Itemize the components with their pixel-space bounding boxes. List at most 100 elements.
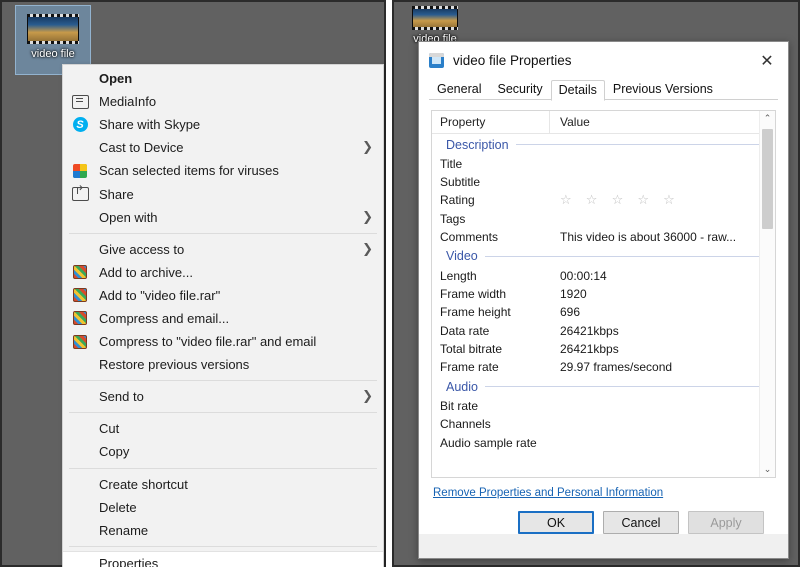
menu-item-compress-and-email[interactable]: Compress and email... <box>63 307 383 330</box>
property-row[interactable]: Data rate 26421kbps <box>432 322 775 340</box>
menu-item-cut[interactable]: Cut <box>63 417 383 440</box>
property-row[interactable]: Title <box>432 155 775 173</box>
property-row[interactable]: Audio sample rate <box>432 433 775 451</box>
menu-item-send-to[interactable]: Send to ❯ <box>63 385 383 408</box>
menu-item-label: Cast to Device <box>99 140 184 156</box>
menu-separator <box>69 467 377 469</box>
video-file-thumbnail-icon <box>27 14 79 44</box>
details-property-list[interactable]: Property Value Description Title Subtitle R… <box>431 110 776 478</box>
dialog-buttons: OK Cancel Apply <box>431 499 776 534</box>
property-name: Frame height <box>440 305 511 320</box>
cancel-button[interactable]: Cancel <box>603 511 679 534</box>
menu-item-mediainfo[interactable]: MediaInfo <box>63 90 383 113</box>
menu-item-rename[interactable]: Rename <box>63 519 383 542</box>
menu-item-add-to-video-file-rar[interactable]: Add to "video file.rar" <box>63 284 383 307</box>
dialog-title: video file Properties <box>453 52 572 68</box>
menu-item-icon-placeholder <box>69 357 91 373</box>
ok-button[interactable]: OK <box>518 511 594 534</box>
menu-item-icon-placeholder <box>69 421 91 437</box>
scroll-down-icon[interactable]: ⌄ <box>760 462 775 477</box>
chevron-right-icon: ❯ <box>362 389 373 405</box>
property-list-scrollbar[interactable]: ⌃ ⌄ <box>759 111 775 477</box>
menu-item-label: Add to archive... <box>99 264 193 280</box>
menu-item-open[interactable]: Open <box>63 67 383 90</box>
winrar-icon <box>69 264 91 280</box>
menu-separator <box>69 412 377 414</box>
antivirus-icon <box>73 163 87 178</box>
property-group-description: Description <box>432 134 775 155</box>
chevron-right-icon: ❯ <box>362 209 373 225</box>
property-row[interactable]: Frame height 696 <box>432 303 775 321</box>
group-divider <box>484 386 761 388</box>
property-row[interactable]: Comments This video is about 36000 - raw.… <box>432 228 775 246</box>
tab-previous-versions[interactable]: Previous Versions <box>605 79 721 100</box>
menu-item-icon-placeholder <box>69 499 91 515</box>
skype-icon: S <box>72 117 88 133</box>
dialog-tabs[interactable]: General Security Details Previous Versions <box>419 78 788 101</box>
menu-item-icon-placeholder <box>69 522 91 538</box>
menu-item-label: Scan selected items for viruses <box>99 163 279 179</box>
mediainfo-icon <box>69 94 91 110</box>
share-icon <box>71 183 89 202</box>
video-file-icon <box>429 52 444 68</box>
property-group-audio: Audio <box>432 376 775 397</box>
group-divider <box>515 144 761 145</box>
menu-item-copy[interactable]: Copy <box>63 440 383 463</box>
tab-general[interactable]: General <box>429 79 489 100</box>
property-group-video: Video <box>432 246 775 267</box>
group-divider <box>484 255 761 257</box>
property-row[interactable]: Length 00:00:14 <box>432 267 775 285</box>
remove-properties-link[interactable]: Remove Properties and Personal Informati… <box>431 478 776 499</box>
menu-item-compress-to-video-file-rar-and-email[interactable]: Compress to "video file.rar" and email <box>63 330 383 353</box>
menu-item-create-shortcut[interactable]: Create shortcut <box>63 473 383 496</box>
menu-item-icon-placeholder <box>69 140 91 156</box>
property-name: Frame rate <box>440 359 499 374</box>
property-row[interactable]: Channels <box>432 415 775 433</box>
column-header-value: Value <box>560 115 590 129</box>
winrar-icon <box>69 334 91 350</box>
menu-item-label: Share <box>99 186 134 202</box>
property-row[interactable]: Bit rate <box>432 397 775 415</box>
property-name: Tags <box>440 211 466 226</box>
property-group-label: Video <box>446 249 478 264</box>
menu-item-delete[interactable]: Delete <box>63 496 383 519</box>
property-name: Bit rate <box>440 399 479 414</box>
menu-item-icon-placeholder <box>69 389 91 405</box>
chevron-right-icon: ❯ <box>362 241 373 257</box>
menu-item-share[interactable]: Share <box>63 182 383 205</box>
menu-item-label: Compress and email... <box>99 310 230 326</box>
tab-details[interactable]: Details <box>550 80 605 101</box>
property-row[interactable]: Total bitrate 26421kbps <box>432 340 775 358</box>
tab-security[interactable]: Security <box>489 79 550 100</box>
property-name: Comments <box>440 229 499 244</box>
menu-item-cast-to-device[interactable]: Cast to Device ❯ <box>63 136 383 159</box>
property-row[interactable]: Rating ☆ ☆ ☆ ☆ ☆ <box>432 191 775 209</box>
menu-item-add-to-archive[interactable]: Add to archive... <box>63 261 383 284</box>
close-icon[interactable]: ✕ <box>746 42 788 78</box>
menu-item-label: Add to "video file.rar" <box>99 287 221 303</box>
menu-item-restore-previous-versions[interactable]: Restore previous versions <box>63 353 383 376</box>
menu-item-open-with[interactable]: Open with ❯ <box>63 206 383 229</box>
scrollbar-thumb[interactable] <box>762 129 773 229</box>
menu-item-scan-selected-items-for-viruses[interactable]: Scan selected items for viruses <box>63 159 383 182</box>
property-row[interactable]: Frame width 1920 <box>432 285 775 303</box>
menu-item-label: Open with <box>99 209 158 225</box>
property-row[interactable]: Frame rate 29.97 frames/second <box>432 358 775 376</box>
antivirus-icon <box>69 163 91 179</box>
menu-item-give-access-to[interactable]: Give access to ❯ <box>63 238 383 261</box>
property-row[interactable]: Subtitle <box>432 173 775 191</box>
menu-item-label: Share with Skype <box>99 117 201 133</box>
context-menu[interactable]: Open MediaInfo S Share with Skype Cast to De… <box>62 64 384 567</box>
property-row[interactable]: Tags <box>432 210 775 228</box>
desktop-icon-label: video file <box>31 48 75 60</box>
chevron-right-icon: ❯ <box>362 140 373 156</box>
left-screenshot-panel: video file Open MediaInfo S Share with Skyp… <box>0 0 386 567</box>
rating-stars[interactable]: ☆ ☆ ☆ ☆ ☆ <box>550 193 680 208</box>
menu-item-share-with-skype[interactable]: S Share with Skype <box>63 113 383 136</box>
scroll-up-icon[interactable]: ⌃ <box>760 111 775 126</box>
menu-item-label: Open <box>99 71 133 87</box>
menu-item-properties[interactable]: Properties <box>63 550 383 567</box>
menu-item-label: Give access to <box>99 241 185 257</box>
menu-item-label: Create shortcut <box>99 476 188 492</box>
property-value: 1920 <box>560 287 587 302</box>
